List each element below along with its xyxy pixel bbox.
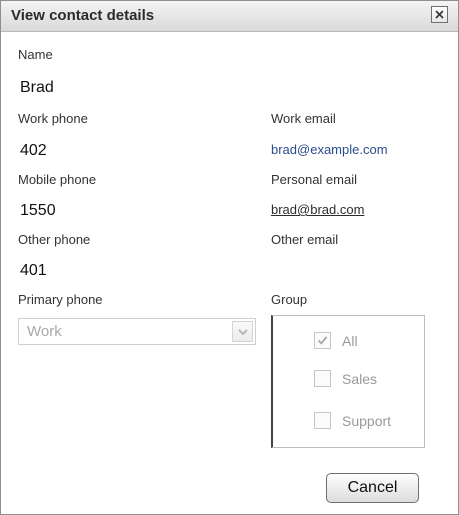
checkbox-support[interactable] (314, 412, 331, 429)
dropdown-arrow-button[interactable] (232, 321, 253, 342)
work-email-link[interactable]: brad@example.com (271, 142, 388, 157)
checkbox-all[interactable] (314, 332, 331, 349)
group-option-label: Sales (342, 371, 378, 387)
name-label: Name (18, 47, 53, 62)
primary-phone-select[interactable]: Work (18, 318, 256, 345)
dialog-title: View contact details (11, 7, 155, 24)
work-phone-value: 402 (20, 142, 47, 159)
personal-email-label: Personal email (271, 172, 357, 187)
group-label: Group (271, 292, 308, 307)
work-phone-label: Work phone (18, 111, 88, 126)
personal-email-link[interactable]: brad@brad.com (271, 202, 364, 217)
primary-phone-selected-value: Work (27, 323, 62, 340)
primary-phone-label: Primary phone (18, 292, 103, 307)
group-option-label: All (342, 333, 358, 349)
cancel-button[interactable]: Cancel (326, 473, 419, 503)
dialog-titlebar: View contact details (1, 1, 458, 32)
close-button[interactable] (431, 6, 448, 23)
close-icon (435, 10, 444, 19)
group-checkbox-list: All Sales Support (271, 315, 425, 448)
contact-details-dialog: View contact details Name Brad Work phon… (0, 0, 459, 515)
work-email-label: Work email (271, 111, 336, 126)
mobile-phone-label: Mobile phone (18, 172, 97, 187)
checkmark-icon (317, 336, 328, 345)
chevron-down-icon (238, 329, 248, 335)
name-value: Brad (20, 79, 54, 96)
other-email-label: Other email (271, 232, 339, 247)
other-phone-label: Other phone (18, 232, 91, 247)
other-phone-value: 401 (20, 262, 47, 279)
mobile-phone-value: 1550 (20, 202, 56, 219)
checkbox-sales[interactable] (314, 370, 331, 387)
group-option-label: Support (342, 413, 392, 429)
